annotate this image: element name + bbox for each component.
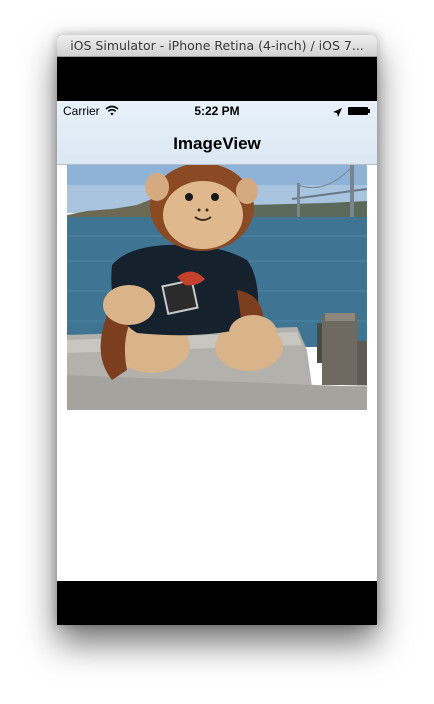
simulator-window: iOS Simulator - iPhone Retina (4-inch) /… — [57, 35, 377, 625]
status-bar: Carrier 5:22 PM — [57, 101, 377, 121]
battery-icon — [348, 107, 368, 115]
location-arrow-icon — [333, 106, 342, 117]
device-screen: Carrier 5:22 PM ImageView — [57, 101, 377, 581]
battery-tip — [368, 109, 370, 113]
monkey-photo — [67, 165, 367, 410]
navigation-bar: Carrier 5:22 PM ImageView — [57, 101, 377, 165]
device-bezel-top — [57, 57, 377, 101]
status-time: 5:22 PM — [194, 104, 240, 118]
page-title: ImageView — [173, 134, 261, 153]
simulator-title[interactable]: iOS Simulator - iPhone Retina (4-inch) /… — [57, 35, 377, 57]
device-bezel-bottom — [57, 581, 377, 625]
